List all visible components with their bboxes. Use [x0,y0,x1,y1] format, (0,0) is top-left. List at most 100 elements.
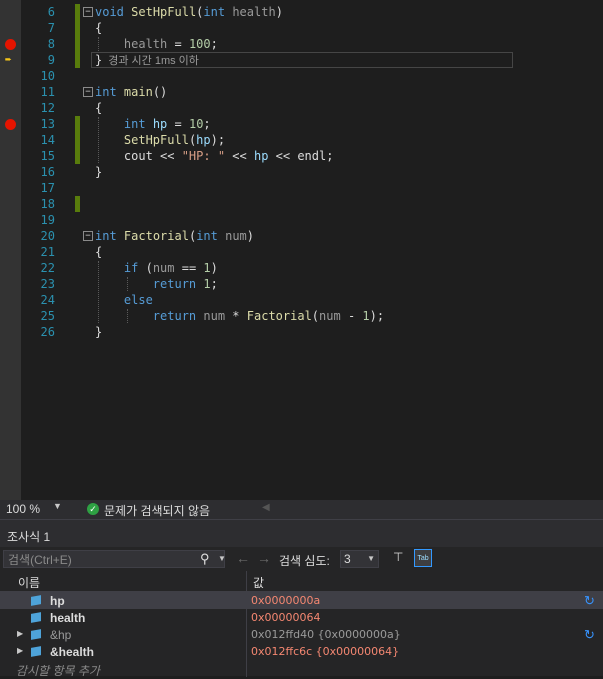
watch-value[interactable]: 0x012ffd40 {0x0000000a} [251,628,401,641]
variable-cube-icon [31,612,41,623]
column-divider [246,660,247,677]
line-number: 22 [40,261,55,275]
code-text: void SetHpFull(int health) [95,5,283,19]
line-number: 24 [40,293,55,307]
scroll-left-icon[interactable]: ◀ [262,502,270,513]
filter-pin-icon[interactable]: ⊤ [393,550,403,564]
indent-guide [98,117,99,163]
watch-window-title-bar[interactable]: 조사식 1 [0,519,603,548]
indent-guide [98,261,99,323]
code-line-17[interactable]: 17 [0,180,603,196]
search-input[interactable]: 검색(Ctrl+E) [3,550,225,568]
code-text: int Factorial(int num) [95,229,255,243]
zoom-dropdown-icon[interactable]: ▼ [53,501,62,511]
line-number: 9 [47,53,55,67]
collapse-icon[interactable]: − [83,7,93,17]
search-depth-value: 3 [344,552,351,566]
current-statement-arrow-icon: ➨ [5,53,12,66]
line-number: 6 [47,5,55,19]
change-marker [75,196,80,212]
line-number: 10 [40,69,55,83]
code-line-15[interactable]: 15 cout << "HP: " << hp << endl; [0,148,603,164]
refresh-icon[interactable]: ↻ [584,593,595,609]
column-divider [246,643,247,660]
watch-value[interactable]: 0x00000064 [251,611,321,624]
zoom-level[interactable]: 100 % [6,502,40,516]
watch-row-health[interactable]: health 0x00000064 [0,609,603,626]
code-text: health = 100; [123,37,218,51]
code-line-25[interactable]: 25 return num * Factorial(num - 1); [0,308,603,324]
expand-arrow-icon[interactable]: ▶ [17,646,23,655]
watch-value[interactable]: 0x0000000a [251,594,320,607]
collapse-icon[interactable]: − [83,231,93,241]
code-text: SetHpFull(hp); [123,133,226,147]
code-text: return 1; [152,277,218,291]
tab-view-icon[interactable]: Tab [414,549,432,567]
search-previous-icon[interactable]: ← [236,550,250,566]
chevron-down-icon: ▼ [367,554,375,563]
code-line-24[interactable]: 24 else [0,292,603,308]
search-icon[interactable]: ⚲ [200,551,210,567]
code-line-19[interactable]: 19 [0,212,603,228]
code-line-22[interactable]: 22 if (num == 1) [0,260,603,276]
variable-cube-icon [31,646,41,657]
watch-value[interactable]: 0x012ffc6c {0x00000064} [251,645,399,658]
watch-row-hp[interactable]: hp 0x0000000a ↻ [0,592,603,609]
code-line-16[interactable]: 16 } [0,164,603,180]
code-text: return num * Factorial(num - 1); [152,309,385,323]
code-line-13[interactable]: 13 int hp = 10; [0,116,603,132]
code-line-23[interactable]: 23 return 1; [0,276,603,292]
issues-status[interactable]: 문제가 검색되지 않음 [104,502,210,519]
code-line-26[interactable]: 26 } [0,324,603,340]
elapsed-time-hint: 경과 시간 1ms 이하 [108,55,199,67]
breakpoint-icon[interactable] [5,119,16,130]
column-header-value[interactable]: 값 [253,574,264,591]
code-line-8[interactable]: 8 health = 100; [0,36,603,52]
line-number: 20 [40,229,55,243]
code-line-10[interactable]: 10 [0,68,603,84]
editor-status-bar: 100 % ▼ ✓ 문제가 검색되지 않음 ◀ [0,500,603,519]
watch-name: &hp [50,628,72,642]
watch-row-address-hp[interactable]: ▶ &hp 0x012ffd40 {0x0000000a} ↻ [0,626,603,643]
search-depth-select[interactable]: 3 ▼ [340,550,379,568]
column-header-name[interactable]: 이름 [18,574,40,591]
watch-toolbar: 검색(Ctrl+E) ⚲ ▼ ← → 검색 심도: 3 ▼ ⊤ Tab [0,547,603,571]
code-line-11[interactable]: 11 − int main() [0,84,603,100]
watch-window: 조사식 1 검색(Ctrl+E) ⚲ ▼ ← → 검색 심도: 3 ▼ ⊤ Ta… [0,519,603,678]
line-number: 18 [40,197,55,211]
column-divider[interactable] [246,571,247,591]
code-text: } 경과 시간 1ms 이하 [95,53,199,67]
search-next-icon[interactable]: → [257,550,271,566]
code-line-12[interactable]: 12 { [0,100,603,116]
code-line-9[interactable]: ➨ 9 } 경과 시간 1ms 이하 [0,52,603,68]
line-number: 12 [40,101,55,115]
line-number: 25 [40,309,55,323]
line-number: 11 [40,85,55,99]
code-line-6[interactable]: 6 − void SetHpFull(int health) [0,4,603,20]
line-number: 15 [40,149,55,163]
indent-guide [127,309,128,323]
line-number: 14 [40,133,55,147]
code-text: { [95,21,103,35]
expand-arrow-icon[interactable]: ▶ [17,629,23,638]
code-line-14[interactable]: 14 SetHpFull(hp); [0,132,603,148]
search-dropdown-icon[interactable]: ▼ [218,554,226,563]
add-watch-row[interactable]: 감시할 항목 추가 [0,660,603,678]
line-number: 7 [47,21,55,35]
column-divider [246,626,247,643]
code-editor[interactable]: 6 − void SetHpFull(int health) 7 { 8 hea… [0,0,603,500]
variable-cube-icon [31,629,41,640]
code-line-21[interactable]: 21 { [0,244,603,260]
collapse-icon[interactable]: − [83,87,93,97]
breakpoint-icon[interactable] [5,39,16,50]
code-text: int main() [95,85,168,99]
refresh-icon[interactable]: ↻ [584,627,595,643]
code-line-7[interactable]: 7 { [0,20,603,36]
watch-row-address-health[interactable]: ▶ &health 0x012ffc6c {0x00000064} [0,643,603,660]
code-line-18[interactable]: 18 [0,196,603,212]
code-text: cout << "HP: " << hp << endl; [123,149,334,163]
watch-column-header: 이름 값 [0,571,603,592]
line-number: 17 [40,181,55,195]
code-line-20[interactable]: 20 − int Factorial(int num) [0,228,603,244]
watch-window-title: 조사식 1 [7,530,51,544]
